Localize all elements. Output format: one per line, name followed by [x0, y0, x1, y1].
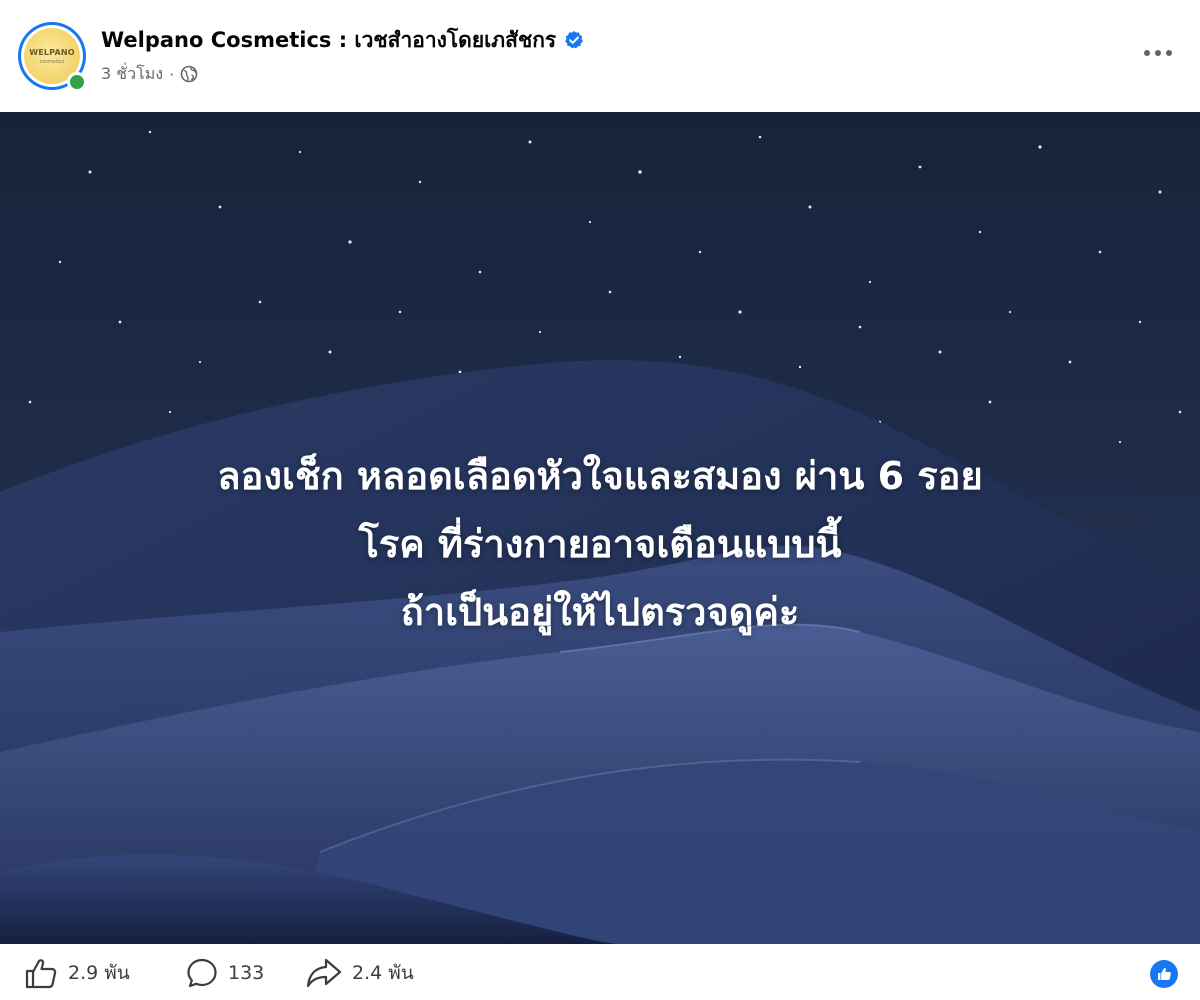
facebook-post: WELPANO cosmetics Welpano Cosmetics : เว…: [0, 0, 1200, 1000]
meta-separator: ·: [169, 64, 175, 84]
share-icon: [306, 958, 342, 988]
comment-icon: [187, 958, 217, 988]
caption-line-2: โรค ที่ร่างกายอาจเตือนแบบนี้: [358, 522, 842, 566]
more-options-button[interactable]: [1138, 36, 1178, 70]
caption-line-3: ถ้าเป็นอยู่ให้ไปตรวจดูค่ะ: [400, 590, 800, 634]
globe-icon[interactable]: [180, 65, 198, 83]
more-horizontal-icon: [1144, 50, 1172, 56]
share-count: 2.4 พัน: [352, 962, 414, 984]
like-reaction-icon[interactable]: [1150, 960, 1178, 988]
verified-badge-icon: [564, 30, 584, 50]
comment-button[interactable]: 133: [186, 958, 264, 988]
avatar-logo-text: WELPANO: [29, 48, 75, 57]
post-image-caption: ลองเช็ก หลอดเลือดหัวใจและสมอง ผ่าน 6 รอย…: [0, 442, 1200, 646]
like-button[interactable]: 2.9 พัน: [24, 958, 130, 989]
page-name-row: Welpano Cosmetics : เวชสำอางโดยเภสัชกร: [101, 24, 584, 56]
post-footer: 2.9 พัน 133 2.4 พัน: [0, 944, 1200, 1000]
caption-line-1: ลองเช็ก หลอดเลือดหัวใจและสมอง ผ่าน 6 รอย: [217, 454, 983, 498]
page-name-link[interactable]: Welpano Cosmetics : เวชสำอางโดยเภสัชกร: [101, 24, 556, 57]
post-image[interactable]: ลองเช็ก หลอดเลือดหัวใจและสมอง ผ่าน 6 รอย…: [0, 112, 1200, 944]
like-count: 2.9 พัน: [68, 962, 130, 984]
thumbs-up-icon: [25, 959, 57, 989]
post-meta: 3 ชั่วโมง ·: [101, 62, 198, 86]
post-timestamp[interactable]: 3 ชั่วโมง: [101, 62, 163, 87]
share-button[interactable]: 2.4 พัน: [306, 958, 414, 988]
post-header: WELPANO cosmetics Welpano Cosmetics : เว…: [0, 0, 1200, 110]
avatar-logo-subtext: cosmetics: [39, 59, 65, 65]
comment-count: 133: [228, 962, 265, 984]
online-status-dot: [67, 72, 87, 92]
